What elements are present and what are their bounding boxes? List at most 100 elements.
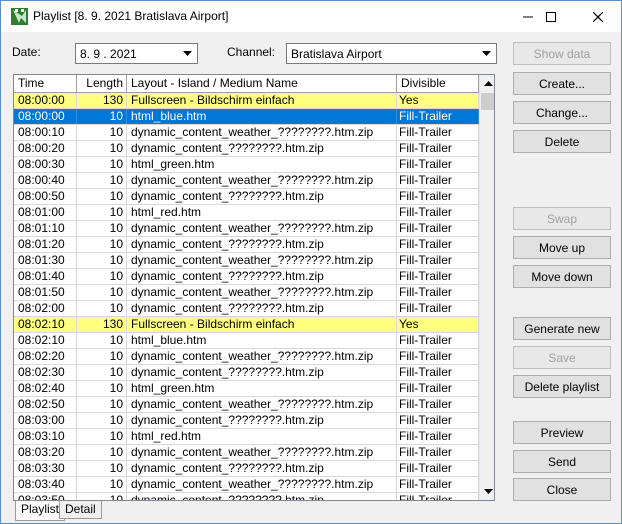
cell-divisible: Fill-Trailer	[397, 301, 479, 316]
cell-length: 10	[77, 125, 127, 140]
move-down-button[interactable]: Move down	[513, 265, 611, 288]
send-button[interactable]: Send	[513, 450, 611, 473]
cell-length: 10	[77, 429, 127, 444]
cell-divisible: Yes	[397, 317, 479, 332]
vertical-scrollbar[interactable]	[479, 75, 494, 500]
cell-time: 08:00:00	[14, 109, 77, 124]
table-row[interactable]: 08:03:10 10 html_red.htm Fill-Trailer	[14, 429, 479, 445]
cell-length: 10	[77, 109, 127, 124]
tab-detail[interactable]: Detail	[59, 501, 102, 519]
table-row[interactable]: 08:02:00 10 dynamic_content_????????.htm.z…	[14, 301, 479, 317]
scroll-down-icon[interactable]	[480, 483, 494, 500]
cell-length: 10	[77, 237, 127, 252]
save-button[interactable]: Save	[513, 346, 611, 369]
cell-length: 10	[77, 173, 127, 188]
show-data-button[interactable]: Show data	[513, 42, 611, 65]
table-row[interactable]: 08:01:30 10 dynamic_content_weather_??????…	[14, 253, 479, 269]
cell-name: dynamic_content_????????.htm.zip	[127, 141, 397, 156]
cell-time: 08:02:30	[14, 365, 77, 380]
table-row[interactable]: 08:02:40 10 html_green.htm Fill-Trailer	[14, 381, 479, 397]
maximize-button[interactable]	[528, 1, 574, 32]
cell-name: dynamic_content_????????.htm.zip	[127, 493, 397, 500]
cell-divisible: Fill-Trailer	[397, 413, 479, 428]
cell-divisible: Fill-Trailer	[397, 221, 479, 236]
title-bar[interactable]: Playlist [8. 9. 2021 Bratislava Airport]	[1, 1, 621, 32]
table-row[interactable]: 08:02:10 130 Fullscreen - Bildschirm einfa…	[14, 317, 479, 333]
app-icon	[11, 8, 28, 25]
tab-playlist[interactable]: Playlist	[15, 501, 66, 521]
create-button[interactable]: Create...	[513, 72, 611, 95]
table-row[interactable]: 08:03:00 10 dynamic_content_????????.htm.z…	[14, 413, 479, 429]
table-row[interactable]: 08:00:50 10 dynamic_content_????????.htm.z…	[14, 189, 479, 205]
cell-divisible: Fill-Trailer	[397, 141, 479, 156]
cell-divisible: Fill-Trailer	[397, 429, 479, 444]
table-row[interactable]: 08:03:20 10 dynamic_content_weather_??????…	[14, 445, 479, 461]
close-window-button[interactable]	[575, 1, 621, 32]
playlist-table[interactable]: Time Length Layout - Island / Medium Nam…	[13, 74, 495, 501]
date-value: 8. 9 . 2021	[80, 47, 137, 61]
cell-name: Fullscreen - Bildschirm einfach	[127, 93, 397, 108]
cell-name: html_red.htm	[127, 429, 397, 444]
change-button[interactable]: Change...	[513, 101, 611, 124]
table-row[interactable]: 08:02:50 10 dynamic_content_weather_??????…	[14, 397, 479, 413]
table-row[interactable]: 08:03:40 10 dynamic_content_weather_??????…	[14, 477, 479, 493]
cell-length: 10	[77, 189, 127, 204]
table-row[interactable]: 08:01:20 10 dynamic_content_????????.htm.z…	[14, 237, 479, 253]
column-header-length[interactable]: Length	[77, 75, 127, 93]
swap-button[interactable]: Swap	[513, 207, 611, 230]
date-label: Date:	[12, 45, 41, 59]
cell-length: 130	[77, 93, 127, 108]
table-header: Time Length Layout - Island / Medium Nam…	[14, 75, 479, 93]
close-button[interactable]: Close	[513, 478, 611, 501]
cell-time: 08:03:40	[14, 477, 77, 492]
table-row[interactable]: 08:02:20 10 dynamic_content_weather_??????…	[14, 349, 479, 365]
table-row[interactable]: 08:00:00 130 Fullscreen - Bildschirm einfa…	[14, 93, 479, 109]
cell-length: 10	[77, 365, 127, 380]
cell-name: dynamic_content_weather_????????.htm.zip	[127, 221, 397, 236]
column-header-time[interactable]: Time	[14, 75, 77, 93]
delete-button[interactable]: Delete	[513, 130, 611, 153]
cell-name: dynamic_content_????????.htm.zip	[127, 269, 397, 284]
cell-time: 08:03:30	[14, 461, 77, 476]
channel-label: Channel:	[227, 45, 276, 59]
table-row[interactable]: 08:00:40 10 dynamic_content_weather_??????…	[14, 173, 479, 189]
table-row[interactable]: 08:03:30 10 dynamic_content_????????.htm.z…	[14, 461, 479, 477]
scroll-thumb[interactable]	[481, 93, 494, 110]
column-header-divisible[interactable]: Divisible	[397, 75, 479, 93]
table-row[interactable]: 08:01:10 10 dynamic_content_weather_??????…	[14, 221, 479, 237]
cell-divisible: Fill-Trailer	[397, 445, 479, 460]
channel-select[interactable]: Bratislava Airport	[286, 43, 497, 64]
move-up-button[interactable]: Move up	[513, 236, 611, 259]
preview-button[interactable]: Preview	[513, 421, 611, 444]
table-row[interactable]: 08:00:00 10 html_blue.htm Fill-Trailer	[14, 109, 479, 125]
table-row[interactable]: 08:03:50 10 dynamic_content_????????.htm.z…	[14, 493, 479, 500]
chevron-down-icon[interactable]	[478, 45, 495, 62]
delete-playlist-button[interactable]: Delete playlist	[513, 375, 611, 398]
maximize-icon	[546, 11, 556, 22]
date-picker[interactable]: 8. 9 . 2021	[75, 43, 198, 64]
cell-length: 10	[77, 413, 127, 428]
table-row[interactable]: 08:01:50 10 dynamic_content_weather_??????…	[14, 285, 479, 301]
generate-new-button[interactable]: Generate new	[513, 317, 611, 340]
table-row[interactable]: 08:00:30 10 html_green.htm Fill-Trailer	[14, 157, 479, 173]
cell-time: 08:01:40	[14, 269, 77, 284]
table-row[interactable]: 08:02:10 10 html_blue.htm Fill-Trailer	[14, 333, 479, 349]
cell-time: 08:03:20	[14, 445, 77, 460]
table-row[interactable]: 08:01:00 10 html_red.htm Fill-Trailer	[14, 205, 479, 221]
column-header-name[interactable]: Layout - Island / Medium Name	[127, 75, 397, 93]
window-title: Playlist [8. 9. 2021 Bratislava Airport]	[33, 9, 229, 23]
cell-divisible: Fill-Trailer	[397, 333, 479, 348]
cell-divisible: Fill-Trailer	[397, 125, 479, 140]
table-row[interactable]: 08:01:40 10 dynamic_content_????????.htm.z…	[14, 269, 479, 285]
table-row[interactable]: 08:00:10 10 dynamic_content_weather_??????…	[14, 125, 479, 141]
table-row[interactable]: 08:00:20 10 dynamic_content_????????.htm.z…	[14, 141, 479, 157]
table-body: 08:00:00 130 Fullscreen - Bildschirm einfa…	[14, 93, 479, 500]
cell-time: 08:01:20	[14, 237, 77, 252]
table-row[interactable]: 08:02:30 10 dynamic_content_????????.htm.z…	[14, 365, 479, 381]
chevron-down-icon[interactable]	[179, 45, 196, 62]
scroll-up-icon[interactable]	[480, 75, 494, 92]
channel-value: Bratislava Airport	[291, 47, 382, 61]
cell-time: 08:02:10	[14, 317, 77, 332]
cell-divisible: Fill-Trailer	[397, 477, 479, 492]
cell-length: 10	[77, 221, 127, 236]
